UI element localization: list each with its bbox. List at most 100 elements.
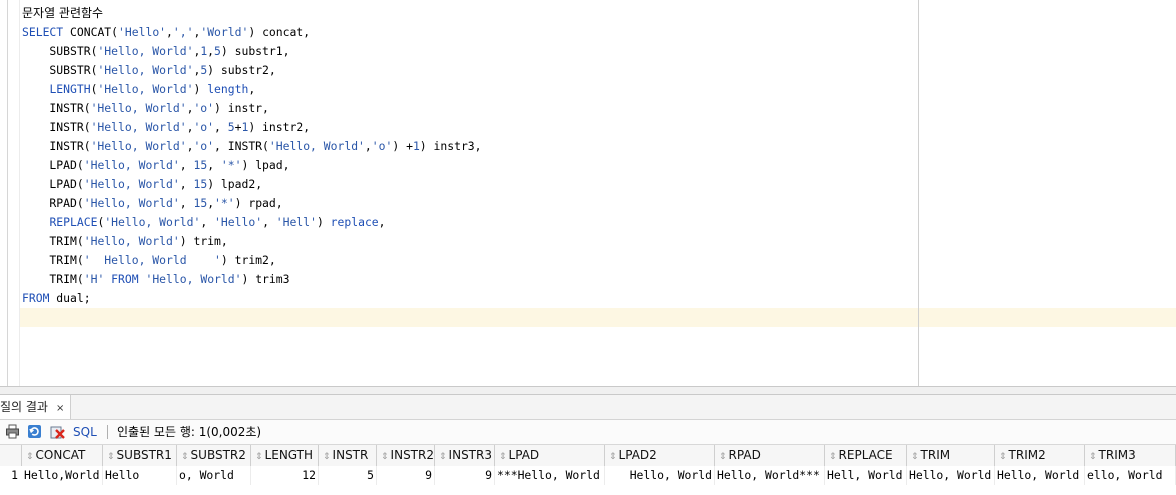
string-token: 'o' <box>371 139 393 153</box>
sort-icon[interactable]: ⇕ <box>323 452 331 462</box>
code-token: ) <box>193 82 208 96</box>
cell-instr[interactable]: 5 <box>319 466 377 485</box>
column-header-label: LPAD2 <box>618 448 657 462</box>
code-line: INSTR('Hello, World','o', 5+1) instr2, <box>22 118 310 137</box>
code-line: LPAD('Hello, World', 15, '*') lpad, <box>22 156 289 175</box>
string-token: '*' <box>214 196 235 210</box>
cell-instr3[interactable]: 9 <box>435 466 495 485</box>
code-token: INSTR( <box>22 101 91 115</box>
column-header-concat[interactable]: ⇕ CONCAT <box>22 445 103 466</box>
string-token: 'Hello, World' <box>97 44 194 58</box>
gutter-divider <box>7 0 8 386</box>
column-header-trim3[interactable]: ⇕ TRIM3 <box>1085 445 1176 466</box>
code-token: 문자열 관련함수 <box>22 6 104 20</box>
cell-lpad2[interactable]: Hello, World <box>605 466 715 485</box>
sort-icon[interactable]: ⇕ <box>439 452 447 462</box>
column-header-label: TRIM <box>920 448 951 462</box>
cell-replace[interactable]: Hell, World <box>825 466 907 485</box>
sort-icon[interactable]: ⇕ <box>1089 452 1097 462</box>
sort-icon[interactable]: ⇕ <box>255 452 263 462</box>
keyword-token: SELECT <box>22 25 64 39</box>
code-token: , <box>364 139 372 153</box>
cell-length[interactable]: 12 <box>251 466 319 485</box>
code-token: TRIM( <box>22 234 84 248</box>
toolbar-separator <box>107 425 108 439</box>
cell-substr1[interactable]: Hello <box>103 466 177 485</box>
sort-icon[interactable]: ⇕ <box>829 452 837 462</box>
string-token: ',' <box>172 25 194 39</box>
column-header-length[interactable]: ⇕ LENGTH <box>251 445 319 466</box>
cancel-query-icon[interactable] <box>50 424 65 439</box>
string-token: 'Hello, World' <box>104 215 201 229</box>
column-header-trim[interactable]: ⇕ TRIM <box>907 445 995 466</box>
cell-trim[interactable]: Hello, World <box>907 466 995 485</box>
code-line: TRIM('Hello, World') trim, <box>22 232 227 251</box>
column-header-instr[interactable]: ⇕ INSTR <box>319 445 377 466</box>
close-icon[interactable]: × <box>56 403 64 414</box>
column-header-rpad[interactable]: ⇕ RPAD <box>715 445 825 466</box>
cell-trim2[interactable]: Hello, World <box>995 466 1085 485</box>
column-header-trim2[interactable]: ⇕ TRIM2 <box>995 445 1085 466</box>
horizontal-scrollbar[interactable] <box>0 386 1176 395</box>
string-token: 'Hello, World' <box>83 196 180 210</box>
code-token: TRIM( <box>22 253 84 267</box>
code-token: ) substr2, <box>207 63 276 77</box>
code-token: LPAD( <box>22 158 84 172</box>
refresh-icon[interactable] <box>27 424 42 439</box>
cell-trim3[interactable]: ello, World <box>1085 466 1176 485</box>
current-line-highlight <box>20 308 1176 327</box>
column-header-lpad[interactable]: ⇕ LPAD <box>495 445 605 466</box>
string-token: 'Hello, World' <box>97 82 194 96</box>
code-token: ) trim3 <box>241 272 290 286</box>
column-header-label: INSTR3 <box>448 448 492 462</box>
sort-icon[interactable]: ⇕ <box>999 452 1007 462</box>
results-grid[interactable]: ⇕ CONCAT ⇕ SUBSTR1 ⇕ SUBSTR2 ⇕ LENGTH ⇕ INSTR ⇕ INS… <box>0 445 1176 495</box>
sort-icon[interactable]: ⇕ <box>499 452 507 462</box>
column-header-label: TRIM2 <box>1008 448 1046 462</box>
cell-rpad[interactable]: Hello, World*** <box>715 466 825 485</box>
tab-query-result[interactable]: 질의 결과 × <box>0 395 72 419</box>
column-header-label: INSTR <box>332 448 369 462</box>
code-token: , <box>200 215 215 229</box>
column-header-label: INSTR2 <box>390 448 434 462</box>
cell-substr2[interactable]: o, World <box>177 466 251 485</box>
number-token: 15 <box>193 177 208 191</box>
column-header-instr3[interactable]: ⇕ INSTR3 <box>435 445 495 466</box>
sort-icon[interactable]: ⇕ <box>107 452 115 462</box>
sql-button[interactable]: SQL <box>73 420 97 444</box>
column-header-instr2[interactable]: ⇕ INSTR2 <box>377 445 435 466</box>
column-header-label: RPAD <box>728 448 761 462</box>
code-line: TRIM('H' FROM 'Hello, World') trim3 <box>22 270 290 289</box>
sort-icon[interactable]: ⇕ <box>719 452 727 462</box>
column-header-label: REPLACE <box>838 448 893 462</box>
column-header-substr1[interactable]: ⇕ SUBSTR1 <box>103 445 177 466</box>
editor-edge <box>19 0 20 386</box>
grid-header-row: ⇕ CONCAT ⇕ SUBSTR1 ⇕ SUBSTR2 ⇕ LENGTH ⇕ INSTR ⇕ INS… <box>0 445 1176 467</box>
column-header-substr2[interactable]: ⇕ SUBSTR2 <box>177 445 251 466</box>
right-margin-guide <box>918 0 919 386</box>
code-token: , <box>207 158 221 172</box>
table-row[interactable]: 1 Hello,World Hello o, World 12 5 9 9 ***Hello,… <box>0 466 1176 485</box>
code-token: SUBSTR( <box>22 44 98 58</box>
sql-editor[interactable]: 문자열 관련함수 SELECT CONCAT('Hello',',','World… <box>0 0 1176 386</box>
cell-concat[interactable]: Hello,World <box>22 466 103 485</box>
row-number: 1 <box>11 468 18 482</box>
cell-lpad[interactable]: ***Hello, World <box>495 466 605 485</box>
column-header-lpad2[interactable]: ⇕ LPAD2 <box>605 445 715 466</box>
sort-icon[interactable]: ⇕ <box>609 452 617 462</box>
sort-icon[interactable]: ⇕ <box>911 452 919 462</box>
string-token: 'o' <box>193 139 215 153</box>
code-token: dual; <box>49 291 91 305</box>
code-token: ) trim2, <box>220 253 276 267</box>
string-token: 'World' <box>200 25 249 39</box>
keyword-token: REPLACE <box>49 215 98 229</box>
sort-icon[interactable]: ⇕ <box>26 452 34 462</box>
code-token: ) instr, <box>214 101 269 115</box>
sort-icon[interactable]: ⇕ <box>381 452 389 462</box>
comment-line: 문자열 관련함수 <box>22 4 103 23</box>
sort-icon[interactable]: ⇕ <box>181 452 189 462</box>
keyword-token: FROM <box>22 291 50 305</box>
print-icon[interactable] <box>5 424 20 439</box>
column-header-replace[interactable]: ⇕ REPLACE <box>825 445 907 466</box>
cell-instr2[interactable]: 9 <box>377 466 435 485</box>
